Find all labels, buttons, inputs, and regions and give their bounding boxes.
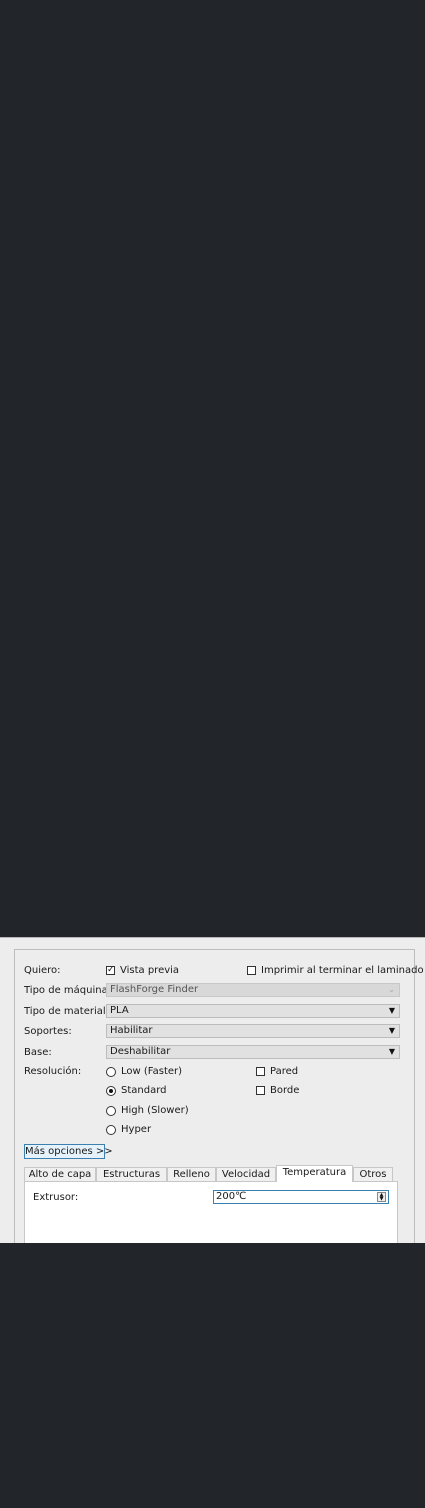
maquina-label: Tipo de máquina: [24,985,112,996]
radio-circle [106,1067,116,1077]
dropdown-arrow-icon: ▼ [388,1026,395,1035]
material-select[interactable]: PLA ▼ [106,1004,400,1018]
tab-velocidad[interactable]: Velocidad [216,1167,276,1181]
radio-circle [106,1125,116,1135]
resolution-standard-label: Standard [121,1085,167,1096]
resolucion-label: Resolución: [24,1066,82,1077]
tab-relleno[interactable]: Relleno [167,1167,216,1181]
radio-circle [106,1106,116,1116]
imprimir-label: Imprimir al terminar el laminado [261,965,424,976]
dropdown-arrow-icon: ▼ [388,1047,395,1056]
vista-previa-label: Vista previa [120,965,180,976]
checkbox-box [247,966,256,975]
checkbox-box [256,1067,265,1076]
material-value: PLA [110,1005,129,1016]
extrusor-temperature-value: 200℃ [216,1191,247,1202]
maquina-value: FlashForge Finder [110,984,199,995]
checkbox-box [256,1086,265,1095]
borde-label: Borde [270,1085,300,1096]
tab-estructuras[interactable]: Estructuras [96,1167,167,1181]
base-label: Base: [24,1047,52,1058]
tab-temperatura[interactable]: Temperatura [276,1165,353,1182]
tab-otros[interactable]: Otros [353,1167,393,1181]
chevron-down-icon: ⌄ [388,985,395,994]
soportes-value: Habilitar [110,1025,153,1036]
soportes-select[interactable]: Habilitar ▼ [106,1024,400,1038]
checkmark-icon: ✓ [106,965,115,975]
spin-arrows-icon[interactable]: ▲ ▼ [377,1192,386,1202]
resolution-high-label: High (Slower) [121,1105,189,1116]
resolution-hyper-label: Hyper [121,1124,152,1135]
dropdown-arrow-icon: ▼ [388,1006,395,1015]
tab-alto-de-capa[interactable]: Alto de capa [24,1167,96,1181]
more-options-button[interactable]: Más opciones >> [24,1144,113,1159]
base-value: Deshabilitar [110,1046,171,1057]
quiero-label: Quiero: [24,965,61,976]
material-label: Tipo de material: [24,1006,110,1017]
soportes-label: Soportes: [24,1026,72,1037]
slicer-settings-panel: Quiero: ✓ Vista previa Imprimir al termi… [0,937,425,1243]
resolution-low-label: Low (Faster) [121,1066,183,1077]
maquina-select[interactable]: FlashForge Finder ⌄ [106,983,400,997]
extrusor-temperature-spinbox[interactable]: 200℃ ▲ ▼ [213,1190,389,1204]
base-select[interactable]: Deshabilitar ▼ [106,1045,400,1059]
radio-circle-selected [106,1086,116,1096]
extrusor-label: Extrusor: [33,1192,79,1203]
pared-label: Pared [270,1066,299,1077]
